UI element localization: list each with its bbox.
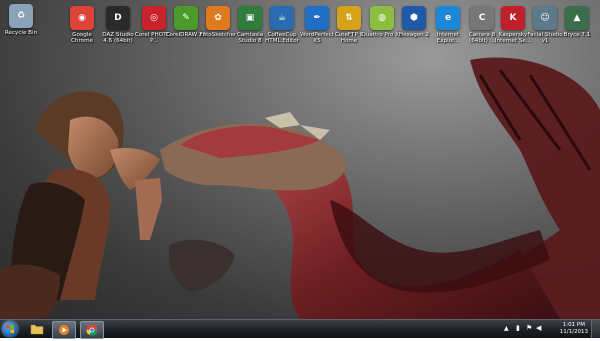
- bryce-icon: ▲: [565, 6, 589, 30]
- desktop-icon-label: Bryce 7.1: [563, 32, 591, 38]
- taskbar-pinned-media-player[interactable]: [52, 321, 76, 339]
- daz-studio-icon: D: [106, 6, 130, 30]
- clock-date: 11/1/2013: [559, 329, 588, 335]
- recycle-bin-icon: ♻: [9, 4, 33, 28]
- internet-explorer-icon: e: [436, 6, 460, 30]
- cuteftp-icon: ⇅: [337, 6, 361, 30]
- show-desktop-button[interactable]: [591, 320, 600, 338]
- wallpaper-dragon-image: [0, 57, 600, 319]
- carrara-icon: C: [470, 6, 494, 30]
- fotosketcher-icon: ✿: [206, 6, 230, 30]
- corel-photo-paint-icon: ◎: [142, 6, 166, 30]
- chrome-icon: [86, 324, 98, 336]
- volume-icon[interactable]: ◀: [536, 324, 541, 332]
- desktop-icon-recycle-bin[interactable]: ♻ Recycle Bin: [0, 4, 42, 36]
- flag-icon[interactable]: ⚑: [526, 324, 532, 332]
- network-icon[interactable]: ▮: [516, 324, 520, 332]
- desktop[interactable]: ♻ Recycle Bin ◉ Google Chrome D DAZ Stud…: [0, 0, 600, 319]
- camtasia-icon: ▣: [238, 6, 262, 30]
- desktop-icon-bryce[interactable]: ▲ Bryce 7.1: [556, 6, 598, 38]
- clock-time: 1:01 PM: [562, 322, 585, 328]
- coreldraw-icon: ✎: [174, 6, 198, 30]
- desktop-icon-label: Recycle Bin: [4, 30, 38, 36]
- start-button[interactable]: [2, 321, 18, 337]
- facial-studio-icon: ☺: [533, 6, 557, 30]
- wordperfect-icon: ✒: [305, 6, 329, 30]
- hexagon-icon: ⬢: [402, 6, 426, 30]
- chrome-icon: ◉: [70, 6, 94, 30]
- kaspersky-icon: K: [501, 6, 525, 30]
- coffeecup-icon: ☕: [270, 6, 294, 30]
- taskbar-pinned-windows-explorer[interactable]: [26, 321, 48, 337]
- show-hidden-icons-arrow[interactable]: ▲: [504, 325, 509, 332]
- system-tray: ▲ ▮ ⚑ ◀ 1:01 PM 11/1/2013: [502, 320, 600, 338]
- folder-icon: [30, 324, 44, 335]
- taskbar: ▲ ▮ ⚑ ◀ 1:01 PM 11/1/2013: [0, 319, 600, 339]
- taskbar-clock[interactable]: 1:01 PM 11/1/2013: [560, 322, 588, 336]
- quattro-pro-icon: ◍: [370, 6, 394, 30]
- windows-logo-icon: [6, 325, 14, 333]
- media-player-icon: [59, 325, 69, 335]
- taskbar-pinned-chrome[interactable]: [80, 321, 104, 339]
